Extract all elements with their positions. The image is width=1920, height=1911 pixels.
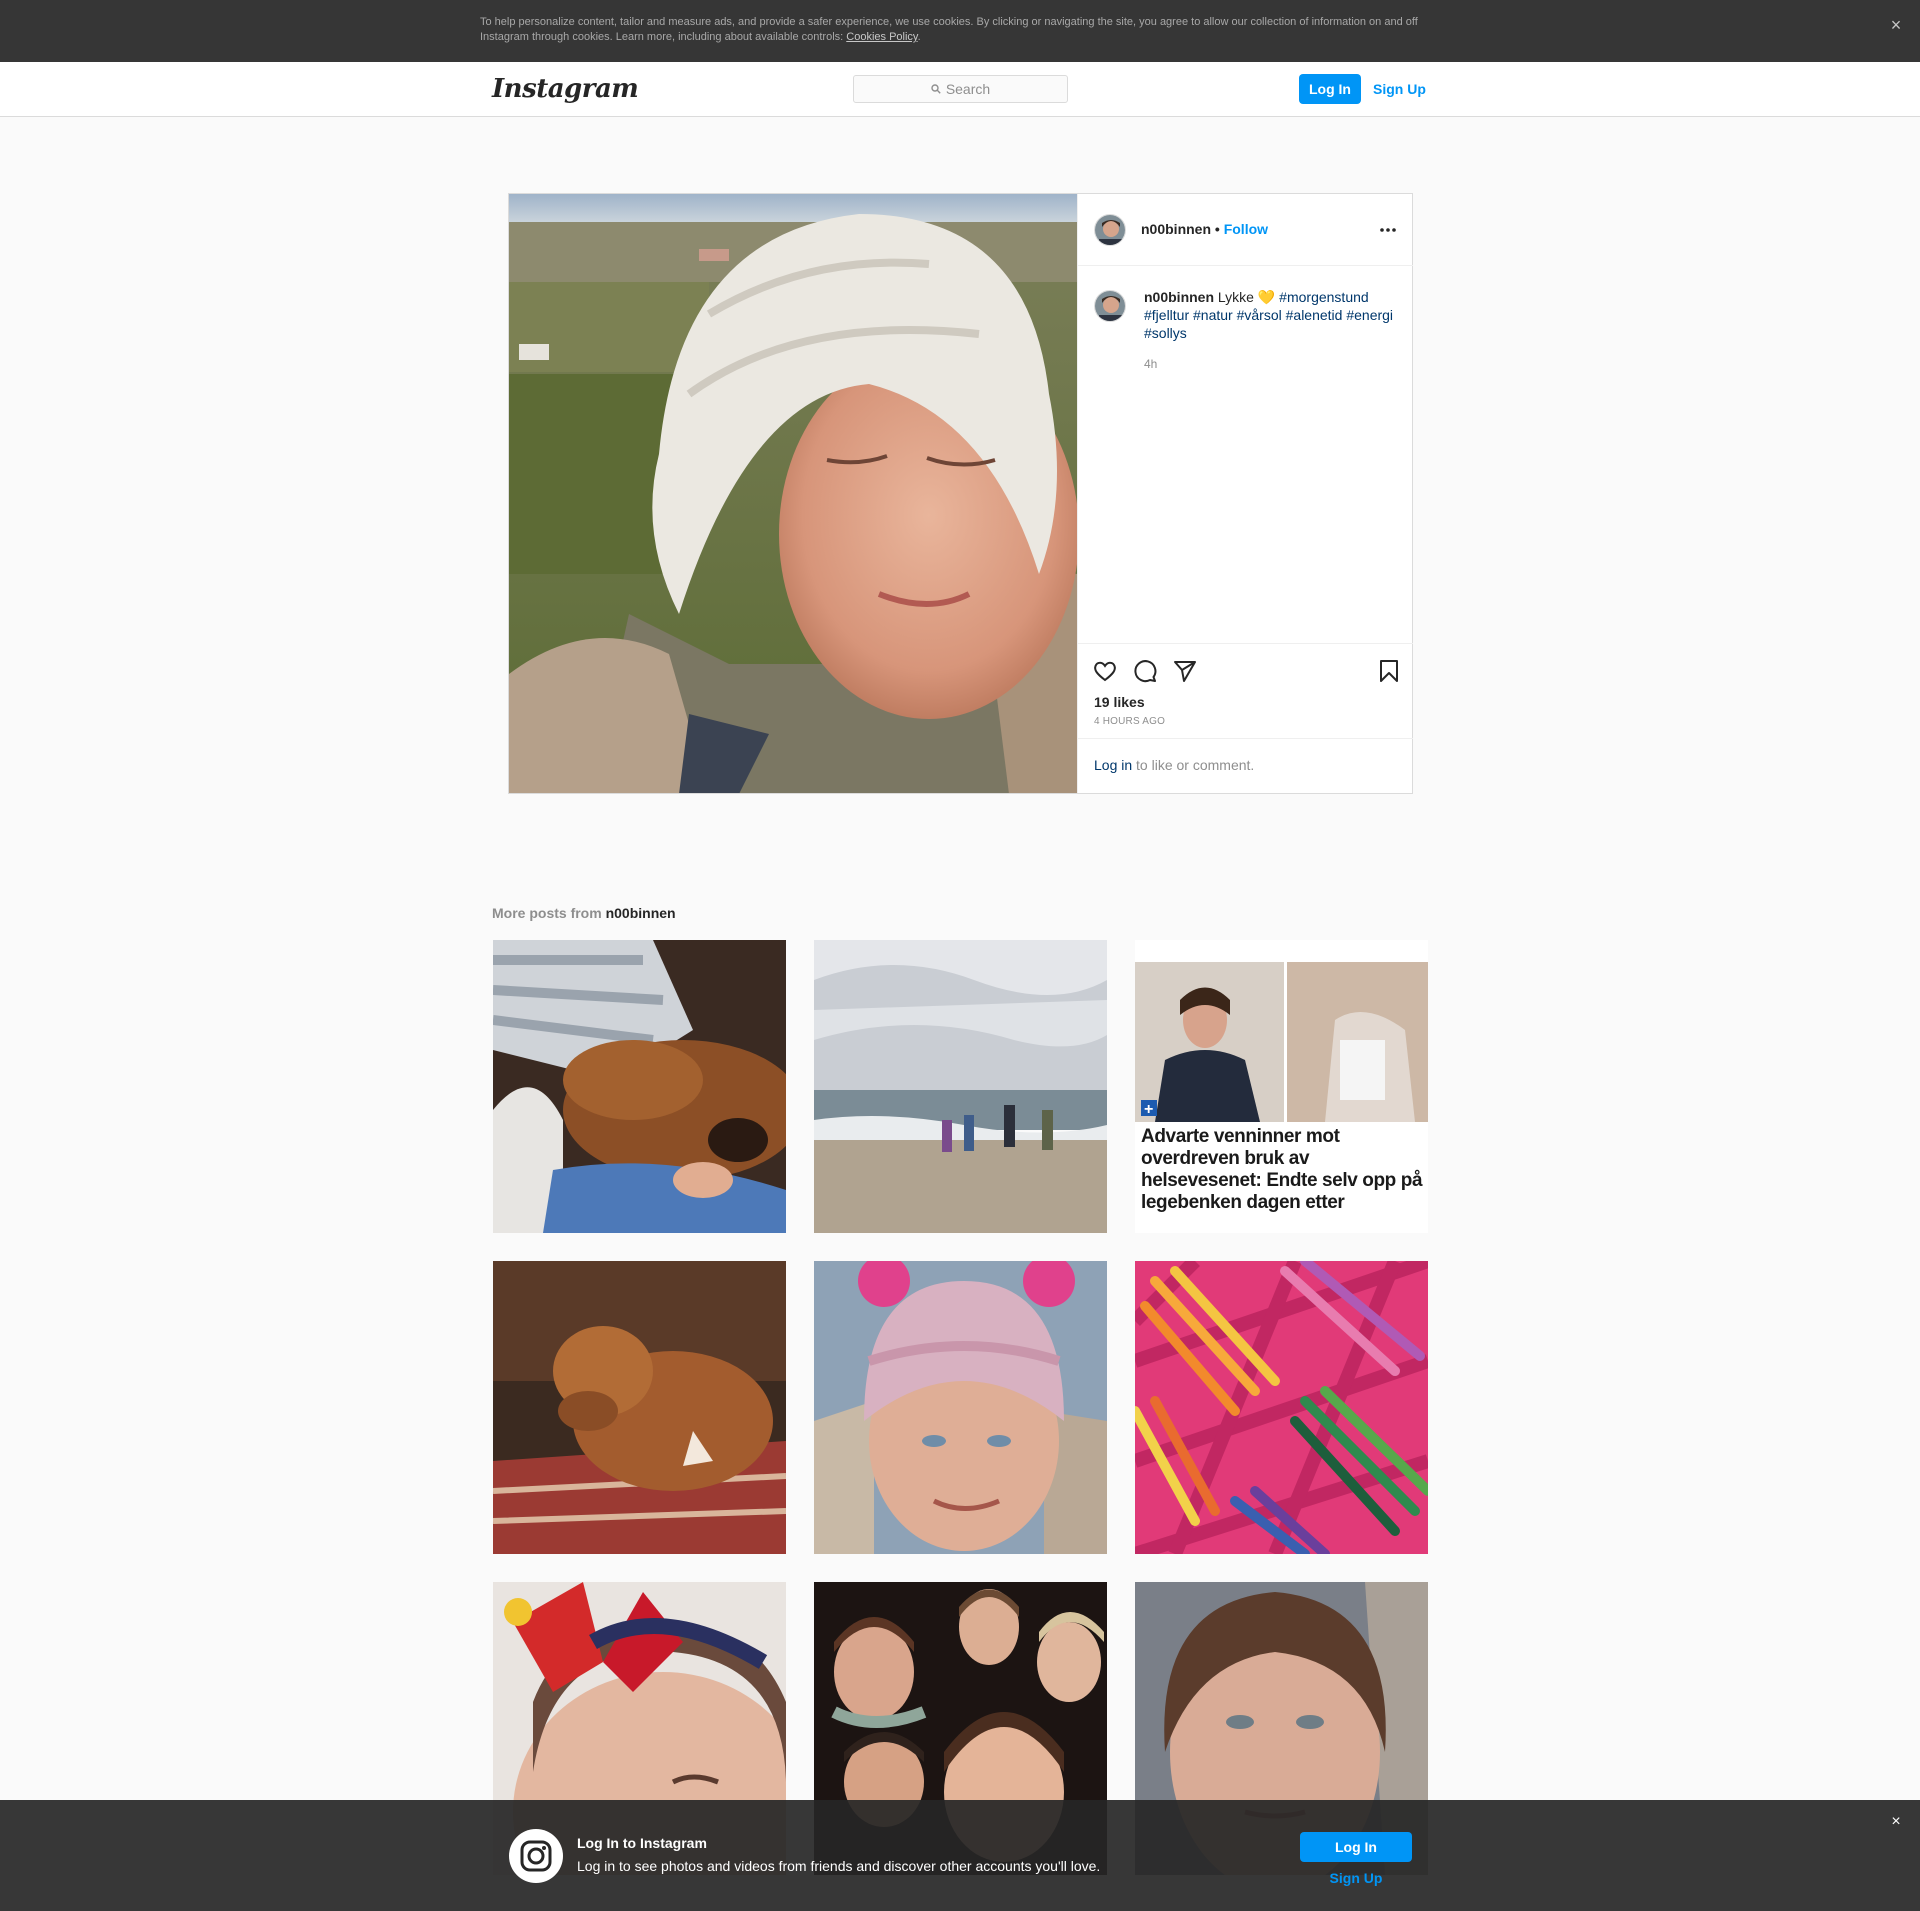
login-banner-title: Log In to Instagram	[577, 1835, 707, 1851]
login-prompt: Log in to like or comment.	[1078, 738, 1413, 794]
login-banner-login-button[interactable]: Log In	[1300, 1832, 1412, 1862]
login-button[interactable]: Log In	[1299, 74, 1361, 104]
avatar[interactable]	[1094, 214, 1126, 246]
more-options-icon[interactable]	[1376, 221, 1400, 239]
post-card: n00binnen • Follow n00binnen Lykke 💛 #mo…	[508, 193, 1413, 794]
login-banner-subtitle: Log in to see photos and videos from fri…	[577, 1858, 1101, 1874]
heart-icon[interactable]	[1092, 658, 1118, 684]
separator-dot: •	[1214, 221, 1220, 237]
news-headline: Advarte venninner mot overdreven bruk av…	[1141, 1126, 1423, 1213]
login-link[interactable]: Log in	[1094, 757, 1132, 773]
post-header: n00binnen • Follow	[1078, 194, 1413, 266]
cookies-policy-link[interactable]: Cookies Policy	[846, 31, 917, 43]
search-placeholder: Search	[945, 81, 991, 97]
grid-post[interactable]	[814, 1261, 1107, 1554]
caption-text: Lykke 💛	[1214, 289, 1280, 305]
close-icon[interactable]: ×	[1886, 1812, 1906, 1832]
post-author: n00binnen • Follow	[1141, 221, 1268, 237]
signup-link[interactable]: Sign Up	[1373, 74, 1426, 104]
grid-post[interactable]	[1135, 1261, 1428, 1554]
navbar: Instagram Search Log In Sign Up	[0, 62, 1920, 117]
svg-text:+: +	[1144, 1101, 1153, 1118]
instagram-logo-icon	[509, 1829, 563, 1883]
search-input[interactable]: Search	[853, 75, 1068, 103]
caption-username[interactable]: n00binnen	[1144, 289, 1214, 305]
more-posts-heading: More posts from n00binnen	[492, 905, 676, 921]
close-icon[interactable]: ×	[1886, 15, 1906, 35]
post-actions: 19 likes 4 HOURS AGO Log in to like or c…	[1078, 643, 1413, 793]
instagram-wordmark[interactable]: Instagram	[492, 74, 639, 104]
caption-timestamp: 4h	[1144, 357, 1158, 371]
likes-count[interactable]: 19 likes	[1094, 694, 1145, 710]
avatar[interactable]	[1094, 290, 1126, 322]
more-posts-prefix: More posts from	[492, 905, 606, 921]
bookmark-icon[interactable]	[1376, 658, 1402, 684]
grid-post[interactable]: + Advarte venninner mot overdreven bruk …	[1135, 940, 1428, 1233]
search-icon	[931, 84, 941, 94]
comment-icon[interactable]	[1132, 658, 1158, 684]
more-posts-username[interactable]: n00binnen	[606, 905, 676, 921]
share-icon[interactable]	[1172, 658, 1198, 684]
cookie-text: To help personalize content, tailor and …	[480, 15, 1440, 45]
login-banner: Log In to Instagram Log in to see photos…	[0, 1800, 1920, 1911]
author-username[interactable]: n00binnen	[1141, 221, 1211, 237]
post-timestamp: 4 HOURS AGO	[1094, 716, 1166, 727]
grid-post[interactable]	[493, 1261, 786, 1554]
login-prompt-text: to like or comment.	[1132, 757, 1255, 773]
post-caption: n00binnen Lykke 💛 #morgenstund #fjelltur…	[1144, 288, 1400, 342]
post-photo[interactable]	[509, 194, 1077, 793]
grid-post[interactable]	[493, 940, 786, 1233]
follow-button[interactable]: Follow	[1224, 221, 1268, 237]
cookie-period: .	[917, 31, 921, 43]
login-banner-signup-link[interactable]: Sign Up	[1300, 1870, 1412, 1886]
grid-post[interactable]	[814, 940, 1107, 1233]
cookie-banner: To help personalize content, tailor and …	[0, 0, 1920, 62]
post-sidebar: n00binnen • Follow n00binnen Lykke 💛 #mo…	[1077, 194, 1413, 793]
cookie-message: To help personalize content, tailor and …	[480, 16, 1418, 43]
